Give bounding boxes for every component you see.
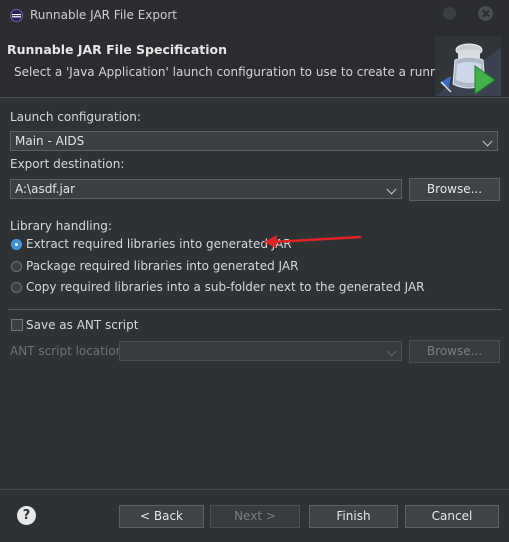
chevron-down-icon — [482, 136, 493, 147]
chevron-down-icon — [386, 346, 397, 357]
close-button[interactable] — [478, 6, 493, 21]
library-option-package[interactable]: Package required libraries into generate… — [10, 258, 310, 274]
library-option-package-label: Package required libraries into generate… — [26, 259, 299, 273]
annotation-arrow-icon — [264, 235, 362, 248]
radio-copy[interactable] — [11, 282, 22, 293]
library-option-copy-label: Copy required libraries into a sub-folde… — [26, 280, 425, 294]
radio-extract[interactable] — [11, 239, 22, 250]
launch-configuration-select[interactable]: Main - AIDS — [10, 131, 498, 151]
save-ant-script-checkbox[interactable] — [11, 319, 23, 331]
library-handling-label: Library handling: — [10, 219, 112, 233]
page-description: Select a 'Java Application' launch confi… — [14, 65, 491, 79]
export-browse-button[interactable]: Browse... — [409, 178, 500, 201]
chevron-down-icon[interactable] — [386, 184, 397, 195]
footer-divider — [0, 489, 509, 490]
jar-export-banner-icon — [435, 36, 501, 96]
window-title: Runnable JAR File Export — [30, 8, 177, 22]
title-bar: Runnable JAR File Export — [0, 0, 509, 31]
launch-configuration-label: Launch configuration: — [10, 110, 141, 124]
launch-configuration-value: Main - AIDS — [15, 134, 85, 148]
ant-script-location-input[interactable] — [119, 341, 402, 361]
save-ant-script-label: Save as ANT script — [26, 318, 139, 332]
finish-button[interactable]: Finish — [309, 505, 398, 528]
library-option-extract-label: Extract required libraries into generate… — [26, 237, 292, 251]
help-icon[interactable]: ? — [17, 506, 36, 525]
page-title: Runnable JAR File Specification — [7, 42, 228, 57]
minimize-button[interactable] — [443, 7, 456, 20]
cancel-button[interactable]: Cancel — [405, 505, 499, 528]
next-button[interactable]: Next > — [210, 505, 300, 528]
header-divider — [0, 97, 509, 98]
eclipse-app-icon — [10, 9, 23, 22]
save-ant-script-option[interactable]: Save as ANT script — [10, 317, 210, 333]
ant-script-location-label: ANT script location: — [10, 344, 128, 358]
ant-browse-button[interactable]: Browse... — [409, 340, 500, 363]
section-divider — [8, 309, 502, 310]
export-destination-value: A:\asdf.jar — [15, 182, 76, 196]
back-button[interactable]: < Back — [119, 505, 204, 528]
export-destination-label: Export destination: — [10, 157, 125, 171]
export-destination-input[interactable]: A:\asdf.jar — [10, 179, 402, 199]
library-option-copy[interactable]: Copy required libraries into a sub-folde… — [10, 279, 425, 295]
radio-package[interactable] — [11, 261, 22, 272]
wizard-header: Runnable JAR File Specification Select a… — [0, 31, 509, 97]
